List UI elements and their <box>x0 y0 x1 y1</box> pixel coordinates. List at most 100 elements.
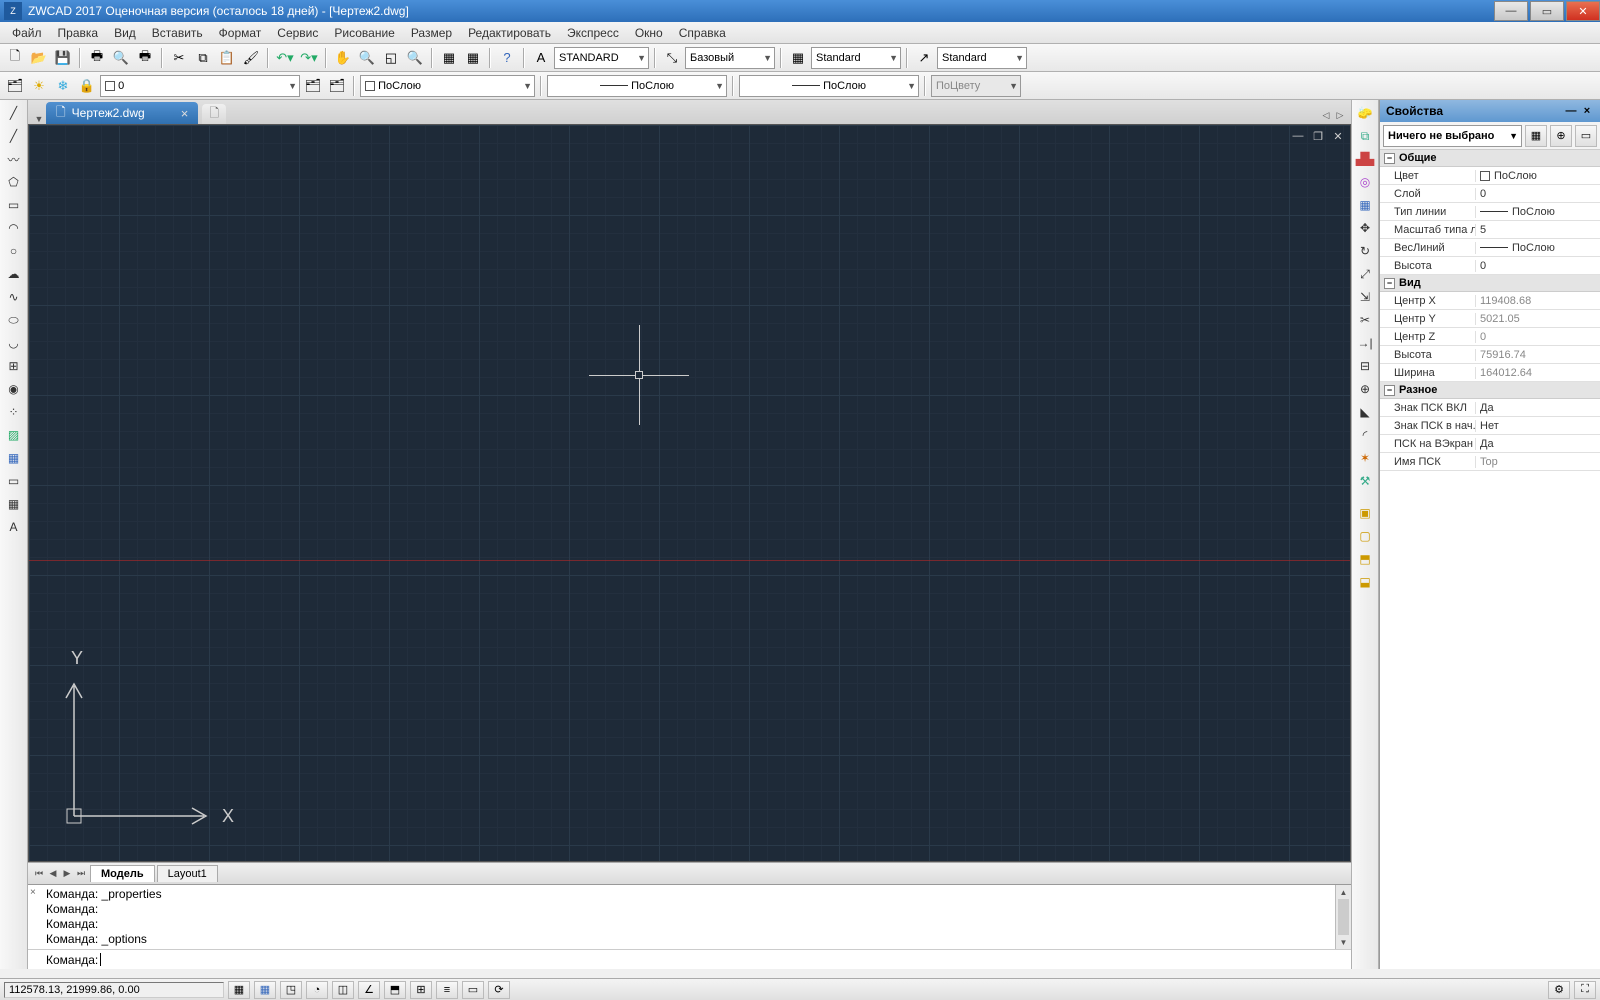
menu-window[interactable]: Окно <box>627 23 671 43</box>
tab-dropdown[interactable]: ▼ <box>32 114 46 124</box>
move-icon[interactable]: ✥ <box>1354 217 1376 239</box>
property-value[interactable]: ПоСлою <box>1475 206 1600 218</box>
table-icon[interactable]: ▦ <box>3 493 25 515</box>
property-value[interactable]: Да <box>1475 438 1600 450</box>
ortho-icon[interactable]: ◳ <box>280 981 302 999</box>
layer-previous-icon[interactable]: 🗂 <box>302 75 324 97</box>
print-icon[interactable]: 🖶 <box>86 47 108 69</box>
tab-nav-left[interactable]: ◁ <box>1319 106 1333 124</box>
property-category[interactable]: −Общие <box>1380 150 1600 167</box>
property-row[interactable]: Центр X119408.68 <box>1380 292 1600 310</box>
property-row[interactable]: Слой0 <box>1380 185 1600 203</box>
cycle-icon[interactable]: ⟳ <box>488 981 510 999</box>
property-row[interactable]: Масштаб типа л...5 <box>1380 221 1600 239</box>
lineweight-display-icon[interactable]: ≡ <box>436 981 458 999</box>
donut-icon[interactable]: ◉ <box>3 378 25 400</box>
revcloud-icon[interactable]: ☁ <box>3 263 25 285</box>
property-value[interactable]: 5 <box>1475 224 1600 236</box>
dyninput-icon[interactable]: ⊞ <box>410 981 432 999</box>
mleaderstyle-combo[interactable]: Standard▼ <box>937 47 1027 69</box>
property-row[interactable]: Тип линииПоСлою <box>1380 203 1600 221</box>
cmdlog-scrollbar[interactable]: ▲▼ <box>1335 885 1351 949</box>
property-value[interactable]: 0 <box>1475 188 1600 200</box>
save-icon[interactable]: 💾 <box>52 47 74 69</box>
osnap-icon[interactable]: ◫ <box>332 981 354 999</box>
tool-icon[interactable]: ⚒ <box>1354 470 1376 492</box>
menu-help[interactable]: Справка <box>671 23 734 43</box>
arc-icon[interactable]: ◠ <box>3 217 25 239</box>
properties-body[interactable]: −ОбщиеЦветПоСлоюСлой0Тип линииПоСлоюМасш… <box>1380 150 1600 969</box>
redo-icon[interactable]: ↷▾ <box>298 47 320 69</box>
pick-add-icon[interactable]: ⊕ <box>1550 125 1572 147</box>
file-tab-active[interactable]: 🗋 Чертеж2.dwg × <box>46 102 198 124</box>
stretch-icon[interactable]: ⇲ <box>1354 286 1376 308</box>
command-log[interactable]: Команда: _properties Команда: Команда: К… <box>28 885 1351 949</box>
match-properties-icon[interactable]: 🖌 <box>240 47 262 69</box>
mleaderstyle-icon[interactable]: ↗ <box>913 47 935 69</box>
line-icon[interactable]: ╱ <box>3 102 25 124</box>
menu-insert[interactable]: Вставить <box>144 23 211 43</box>
layer-combo[interactable]: 0▼ <box>100 75 300 97</box>
grid-display-icon[interactable]: ▦ <box>254 981 276 999</box>
settings-icon[interactable]: ⚙ <box>1548 981 1570 999</box>
property-row[interactable]: Центр Y5021.05 <box>1380 310 1600 328</box>
property-row[interactable]: ЦветПоСлою <box>1380 167 1600 185</box>
property-value[interactable]: ПоСлою <box>1475 242 1600 254</box>
new-icon[interactable]: 🗋 <box>4 47 26 69</box>
property-value[interactable]: 0 <box>1475 260 1600 272</box>
mtext-icon[interactable]: A <box>3 516 25 538</box>
menu-edit[interactable]: Правка <box>50 23 107 43</box>
polar-icon[interactable]: ◔ <box>306 981 328 999</box>
layer-lock-icon[interactable]: 🔒 <box>76 75 98 97</box>
tablestyle-combo[interactable]: Standard▼ <box>811 47 901 69</box>
mirror-icon[interactable]: ▟▙ <box>1354 148 1376 170</box>
property-value[interactable]: ПоСлою <box>1475 170 1600 182</box>
menu-draw[interactable]: Рисование <box>326 23 402 43</box>
zoom-previous-icon[interactable]: 🔍 <box>404 47 426 69</box>
select-objects-icon[interactable]: ▭ <box>1575 125 1597 147</box>
properties-titlebar[interactable]: Свойства — × <box>1380 100 1600 122</box>
minimize-button[interactable]: — <box>1494 1 1528 21</box>
coordinates-readout[interactable]: 112578.13, 21999.86, 0.00 <box>4 982 224 998</box>
selection-combo[interactable]: Ничего не выбрано▼ <box>1383 125 1522 147</box>
menu-dimension[interactable]: Размер <box>403 23 460 43</box>
open-icon[interactable]: 📂 <box>28 47 50 69</box>
menu-express[interactable]: Экспресс <box>559 23 627 43</box>
dimstyle-icon[interactable]: ⤡ <box>661 47 683 69</box>
ellipse-icon[interactable]: ⬭ <box>3 309 25 331</box>
layout-last[interactable]: ⏭ <box>74 868 88 879</box>
textstyle-icon[interactable]: A <box>530 47 552 69</box>
property-row[interactable]: ВесЛинийПоСлою <box>1380 239 1600 257</box>
linetype-combo[interactable]: ПоСлою▼ <box>547 75 727 97</box>
draworder-above-icon[interactable]: ⬒ <box>1354 548 1376 570</box>
layer-manager-icon[interactable]: 🗂 <box>4 75 26 97</box>
tab-layout1[interactable]: Layout1 <box>157 865 218 882</box>
explode-icon[interactable]: ✶ <box>1354 447 1376 469</box>
scale-icon[interactable]: ⤢ <box>1354 263 1376 285</box>
erase-icon[interactable]: 🧽 <box>1354 102 1376 124</box>
help-icon[interactable]: ? <box>496 47 518 69</box>
layout-first[interactable]: ⏮ <box>32 868 46 879</box>
clean-screen-icon[interactable]: ⛶ <box>1574 981 1596 999</box>
property-row[interactable]: Знак ПСК в нач. ...Нет <box>1380 417 1600 435</box>
join-icon[interactable]: ⊕ <box>1354 378 1376 400</box>
layout-prev[interactable]: ◀ <box>46 868 60 879</box>
layout-next[interactable]: ▶ <box>60 868 74 879</box>
draworder-under-icon[interactable]: ⬓ <box>1354 571 1376 593</box>
property-category[interactable]: −Вид <box>1380 275 1600 292</box>
close-button[interactable]: ✕ <box>1566 1 1600 21</box>
copy-icon[interactable]: ⧉ <box>192 47 214 69</box>
ellipse-arc-icon[interactable]: ◡ <box>3 332 25 354</box>
rectangle-icon[interactable]: ▭ <box>3 194 25 216</box>
property-row[interactable]: Ширина164012.64 <box>1380 364 1600 382</box>
paste-icon[interactable]: 📋 <box>216 47 238 69</box>
design-center-icon[interactable]: ▦ <box>462 47 484 69</box>
property-row[interactable]: Центр Z0 <box>1380 328 1600 346</box>
menu-format[interactable]: Формат <box>211 23 270 43</box>
properties-icon[interactable]: ▦ <box>438 47 460 69</box>
otrack-icon[interactable]: ∠ <box>358 981 380 999</box>
tab-nav-right[interactable]: ▷ <box>1333 106 1347 124</box>
trim-icon[interactable]: ✂ <box>1354 309 1376 331</box>
region-icon[interactable]: ▭ <box>3 470 25 492</box>
viewport-close-icon[interactable]: ✕ <box>1330 129 1346 143</box>
